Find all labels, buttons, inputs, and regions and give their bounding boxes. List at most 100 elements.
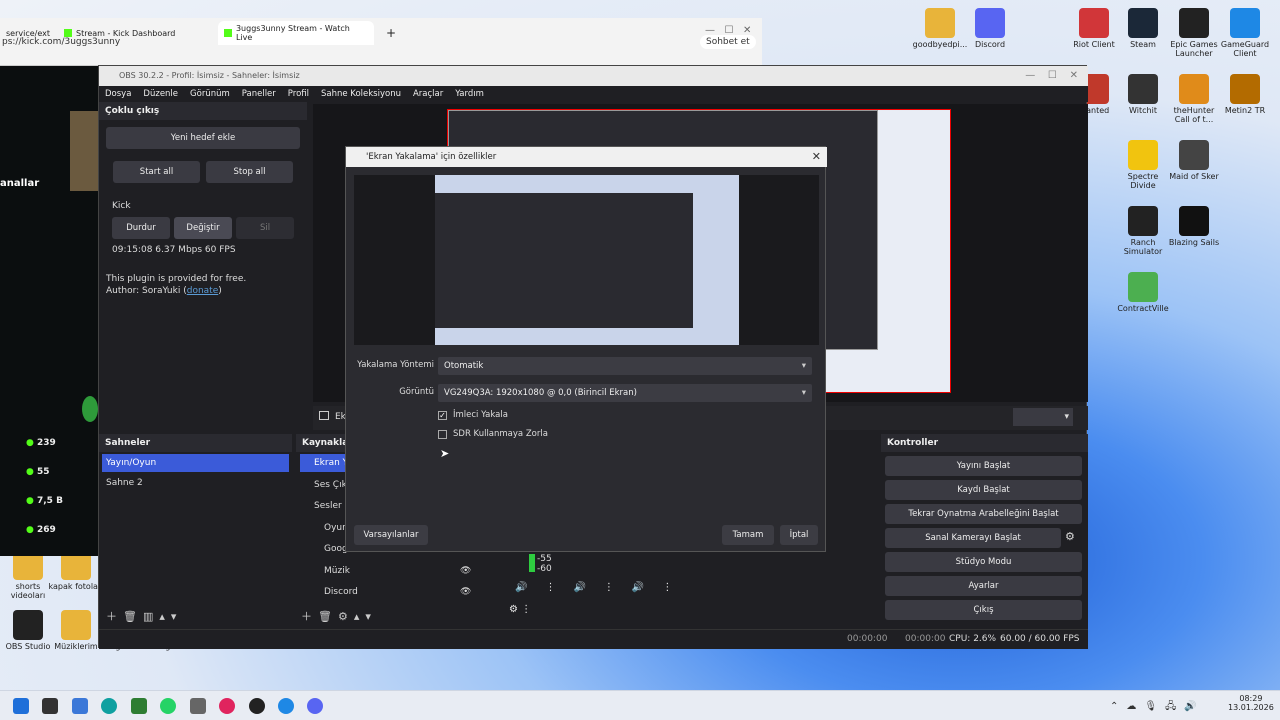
desktop-icon-label: Witchit <box>1129 106 1157 115</box>
desktop-icon[interactable]: Metin2 TR <box>1217 74 1273 115</box>
chevron-down-icon: ▾ <box>801 361 806 371</box>
tray-icons[interactable]: ⌃☁🎙🖧🔊 <box>1110 699 1205 716</box>
desktop-icon[interactable]: goodbyedpi... <box>912 8 968 49</box>
add-target-button[interactable]: Yeni hedef ekle <box>106 127 300 149</box>
menu-item[interactable]: Dosya <box>105 86 131 102</box>
menu-item[interactable]: Sahne Koleksiyonu <box>321 86 401 102</box>
menu-item[interactable]: Profil <box>288 86 309 102</box>
control-button[interactable]: Çıkış <box>885 600 1082 620</box>
menu-item[interactable]: Paneller <box>242 86 276 102</box>
eye-icon[interactable]: 👁 <box>460 562 471 580</box>
opera-icon[interactable] <box>219 698 235 714</box>
source-toolbar-bottom[interactable]: ＋🗑⚙▴▾ <box>301 608 377 624</box>
dialog-title-bar: 'Ekran Yakalama' için özellikler ✕ <box>346 147 827 167</box>
source-label: Sesler <box>314 501 342 511</box>
clock-time: 08:29 <box>1239 694 1263 703</box>
eye-icon[interactable]: 👁 <box>460 583 471 601</box>
desktop-icon[interactable]: Witchit <box>1115 74 1171 115</box>
display-value: VG249Q3A: 1920x1080 @ 0,0 (Birincil Ekra… <box>444 388 637 398</box>
defaults-button[interactable]: Varsayılanlar <box>354 525 428 545</box>
stop-button[interactable]: Durdur <box>112 217 170 239</box>
desktop-icon[interactable]: Spectre Divide <box>1115 140 1171 190</box>
menu-item[interactable]: Görünüm <box>190 86 230 102</box>
avatar[interactable] <box>82 396 98 422</box>
desktop-icon[interactable]: GameGuard Client <box>1217 8 1273 58</box>
desktop-icon[interactable]: Steam <box>1115 8 1171 49</box>
desktop-icon[interactable]: Epic Games Launcher <box>1166 8 1222 58</box>
chat-button[interactable]: Sohbet et <box>700 35 756 49</box>
change-button[interactable]: Değiştir <box>174 217 232 239</box>
clock-date: 13.01.2026 <box>1228 703 1274 712</box>
desktop-icon[interactable]: Discord <box>962 8 1018 49</box>
close-icon[interactable]: ✕ <box>812 147 821 167</box>
scenes-dock: Sahneler Yayın/Oyun Sahne 2 ＋🗑▥▴▾ <box>99 434 292 634</box>
source-item[interactable]: Discord 👁 <box>310 583 490 601</box>
delete-button[interactable]: Sil <box>236 217 294 239</box>
desktop-icon-label: Metin2 TR <box>1224 106 1266 115</box>
mixer-settings[interactable]: ⚙ ⋮ <box>509 604 539 622</box>
mixer-controls[interactable]: 🔊⋮🔊⋮🔊⋮ <box>515 582 690 593</box>
desktop-icon[interactable]: Riot Client <box>1066 8 1122 49</box>
control-button[interactable]: Stüdyo Modu <box>885 552 1082 572</box>
control-button[interactable]: Ayarlar <box>885 576 1082 596</box>
edge-icon[interactable] <box>101 698 117 714</box>
mouse-cursor: ➤ <box>440 447 450 460</box>
capture-cursor-checkbox[interactable]: ✓ İmleci Yakala <box>438 410 508 420</box>
control-button[interactable]: Yayını Başlat <box>885 456 1082 476</box>
control-button[interactable]: Kaydı Başlat <box>885 480 1082 500</box>
desktop-icon[interactable]: theHunter Call of t... <box>1166 74 1222 124</box>
desktop-icon-label: Ranch Simulator <box>1123 238 1163 256</box>
sheets-icon[interactable] <box>131 698 147 714</box>
gameguard-icon[interactable] <box>278 698 294 714</box>
url-bar[interactable]: ps://kick.com/3uggs3unny Sohbet et <box>0 31 762 53</box>
desktop-icon[interactable]: kapak fotoları <box>48 550 104 591</box>
desktop-icon[interactable]: Blazing Sails <box>1166 206 1222 247</box>
clock[interactable]: 08:29 13.01.2026 <box>1228 694 1274 712</box>
rec-time: 00:00:00 <box>905 634 946 644</box>
start-icon[interactable] <box>13 698 29 714</box>
app-icon <box>1230 74 1260 104</box>
desktop-icon[interactable]: Maid of Sker <box>1166 140 1222 181</box>
menu-item[interactable]: Düzenle <box>143 86 178 102</box>
desktop-icon[interactable]: ContractVille <box>1115 272 1171 313</box>
dock-header: Çoklu çıkış <box>99 102 307 120</box>
display-select[interactable]: VG249Q3A: 1920x1080 @ 0,0 (Birincil Ekra… <box>438 384 812 402</box>
cancel-button[interactable]: İptal <box>780 525 818 545</box>
explorer-icon[interactable] <box>72 698 88 714</box>
calculator-icon[interactable] <box>190 698 206 714</box>
stream-stats: 09:15:08 6.37 Mbps 60 FPS <box>112 245 236 255</box>
donate-link[interactable]: donate <box>187 286 219 296</box>
menu-item[interactable]: Araçlar <box>413 86 443 102</box>
desktop-icon-label: Riot Client <box>1073 40 1115 49</box>
source-item[interactable]: Müzik 👁 <box>310 562 490 580</box>
desktop-icon-label: Epic Games Launcher <box>1170 40 1218 58</box>
start-all-button[interactable]: Start all <box>113 161 200 183</box>
checkbox-box[interactable] <box>438 429 447 439</box>
force-sdr-checkbox[interactable]: SDR Kullanmaya Zorla <box>438 429 548 439</box>
app-icon <box>1128 140 1158 170</box>
scene-item[interactable]: Sahne 2 <box>102 474 289 492</box>
desktop-icon[interactable]: Ranch Simulator <box>1115 206 1171 256</box>
obs-icon[interactable] <box>249 698 265 714</box>
app-icon <box>1128 206 1158 236</box>
app-icon <box>1128 272 1158 302</box>
ok-button[interactable]: Tamam <box>722 525 774 545</box>
mixer-tick: -60 <box>537 564 552 574</box>
discord-icon[interactable] <box>307 698 323 714</box>
stop-all-button[interactable]: Stop all <box>206 161 293 183</box>
control-button[interactable]: Tekrar Oynatma Arabelleğini Başlat <box>885 504 1082 524</box>
task-view-icon[interactable] <box>42 698 58 714</box>
gear-icon[interactable]: ⚙ <box>1065 530 1075 543</box>
whatsapp-icon[interactable] <box>160 698 176 714</box>
fps-readout: 60.00 / 60.00 FPS <box>1000 634 1080 644</box>
app-icon <box>1179 206 1209 236</box>
control-button[interactable]: Sanal Kamerayı Başlat <box>885 528 1061 548</box>
source-dropdown[interactable]: ▾ <box>1013 408 1073 426</box>
capture-method-select[interactable]: Otomatik ▾ <box>438 357 812 375</box>
menu-item[interactable]: Yardım <box>455 86 484 102</box>
scene-item[interactable]: Yayın/Oyun <box>102 454 289 472</box>
desktop-icon-label: ContractVille <box>1117 304 1169 313</box>
checkbox-box[interactable]: ✓ <box>438 410 447 420</box>
scene-toolbar[interactable]: ＋🗑▥▴▾ <box>106 608 182 624</box>
obs-window-controls[interactable]: — ☐ ✕ <box>1025 66 1078 86</box>
